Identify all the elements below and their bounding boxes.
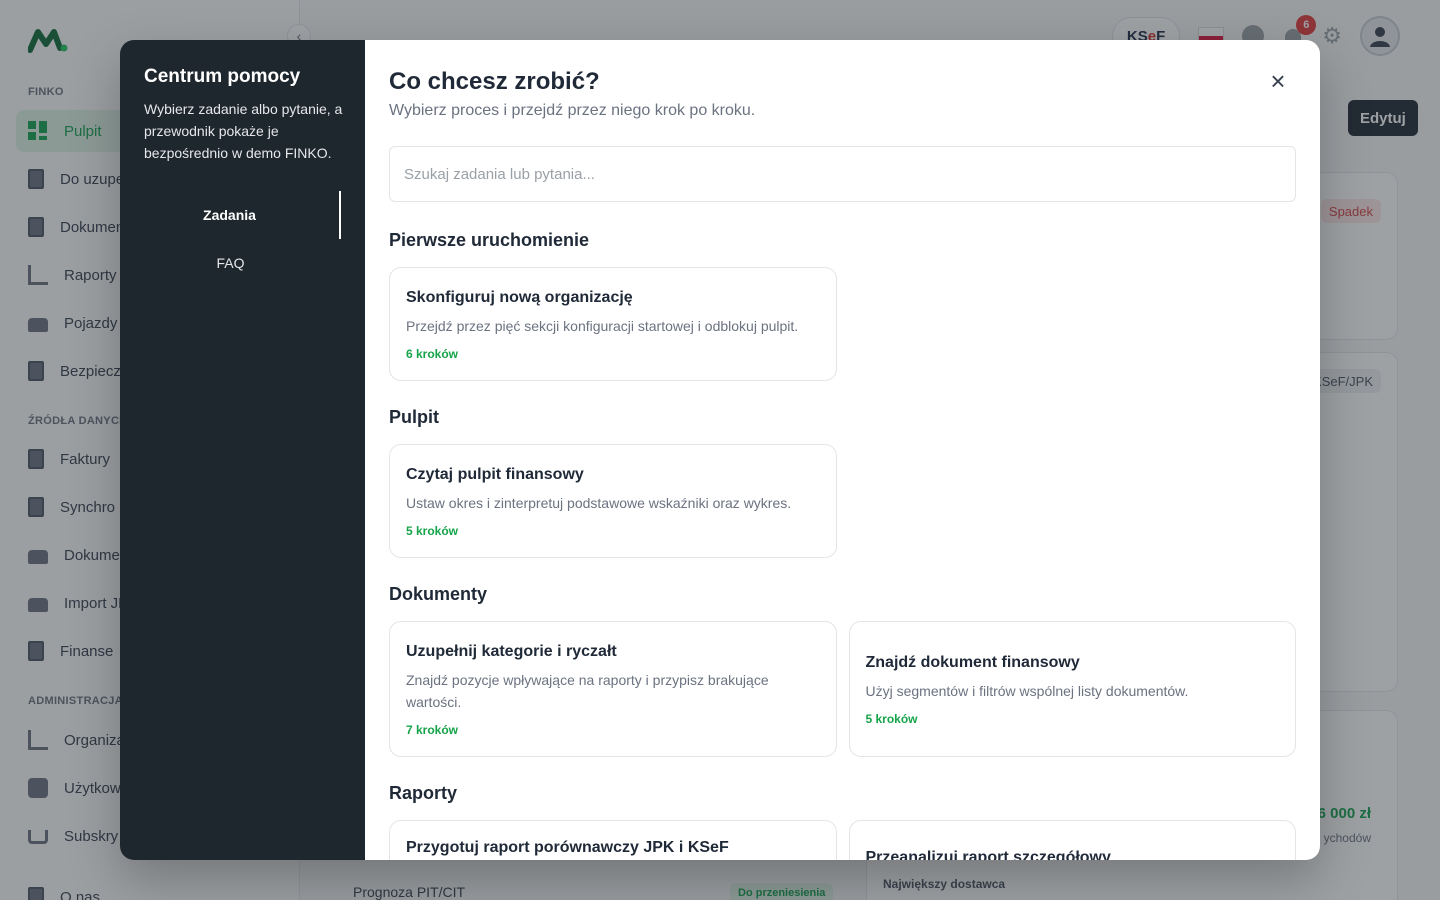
search-input[interactable] <box>389 146 1296 202</box>
task-title: Uzupełnij kategorie i ryczałt <box>406 643 617 660</box>
section-title-documents: Dokumenty <box>389 584 488 604</box>
section-title-reports: Raporty <box>389 783 458 803</box>
task-title: Przeanalizuj raport szczegółowy <box>865 849 1111 860</box>
task-card-detailed-report[interactable]: Przeanalizuj raport szczegółowy <box>848 820 1296 860</box>
task-steps: 7 kroków <box>406 723 459 737</box>
task-card-fill-categories[interactable]: Uzupełnij kategorie i ryczałt Znajdź poz… <box>389 621 837 757</box>
task-title: Czytaj pulpit finansowy <box>406 466 584 483</box>
task-steps: 6 kroków <box>406 347 459 361</box>
help-center-title: Centrum pomocy <box>144 66 301 87</box>
help-center-modal: Centrum pomocy Wybierz zadanie albo pyta… <box>120 40 1320 860</box>
task-description: Ustaw okres i zinterpretuj podstawowe ws… <box>406 495 792 511</box>
task-steps: 5 kroków <box>865 712 918 726</box>
task-card-configure-organization[interactable]: Skonfiguruj nową organizację Przejdź prz… <box>389 267 837 381</box>
section-title-dashboard: Pulpit <box>389 407 439 427</box>
help-center-description: Wybierz zadanie albo pytanie, a przewodn… <box>144 101 343 161</box>
tab-zadania[interactable]: Zadania <box>120 191 341 239</box>
task-description: Użyj segmentów i filtrów wspólnej listy … <box>865 683 1189 699</box>
task-description: Znajdź pozycje wpływające na raporty i p… <box>406 672 769 710</box>
task-title: Znajdź dokument finansowy <box>865 654 1080 671</box>
task-grid-first-run: Skonfiguruj nową organizację Przejdź prz… <box>389 267 1296 381</box>
task-grid-dashboard: Czytaj pulpit finansowy Ustaw okres i zi… <box>389 444 1296 558</box>
close-icon: × <box>1270 66 1286 96</box>
task-steps: 5 kroków <box>406 524 459 538</box>
close-button[interactable]: × <box>1266 68 1290 94</box>
task-grid-reports: Przygotuj raport porównawczy JPK i KSeF … <box>389 820 1296 860</box>
help-center-content: Co chcesz zrobić? Wybierz proces i przej… <box>365 40 1320 860</box>
tab-faq[interactable]: FAQ <box>120 239 341 287</box>
task-card-jpk-ksef-report[interactable]: Przygotuj raport porównawczy JPK i KSeF <box>389 820 837 860</box>
page-subtitle: Wybierz proces i przejdź przez niego kro… <box>389 102 756 119</box>
task-card-find-document[interactable]: Znajdź dokument finansowy Użyj segmentów… <box>848 621 1296 757</box>
task-description: Przejdź przez pięć sekcji konfiguracji s… <box>406 318 799 334</box>
task-title: Przygotuj raport porównawczy JPK i KSeF <box>406 839 729 856</box>
task-title: Skonfiguruj nową organizację <box>406 289 633 306</box>
task-card-read-dashboard[interactable]: Czytaj pulpit finansowy Ustaw okres i zi… <box>389 444 837 558</box>
page-title: Co chcesz zrobić? <box>389 68 600 95</box>
task-grid-documents: Uzupełnij kategorie i ryczałt Znajdź poz… <box>389 621 1296 757</box>
help-center-sidebar: Centrum pomocy Wybierz zadanie albo pyta… <box>120 40 365 860</box>
section-title-first-run: Pierwsze uruchomienie <box>389 230 590 250</box>
